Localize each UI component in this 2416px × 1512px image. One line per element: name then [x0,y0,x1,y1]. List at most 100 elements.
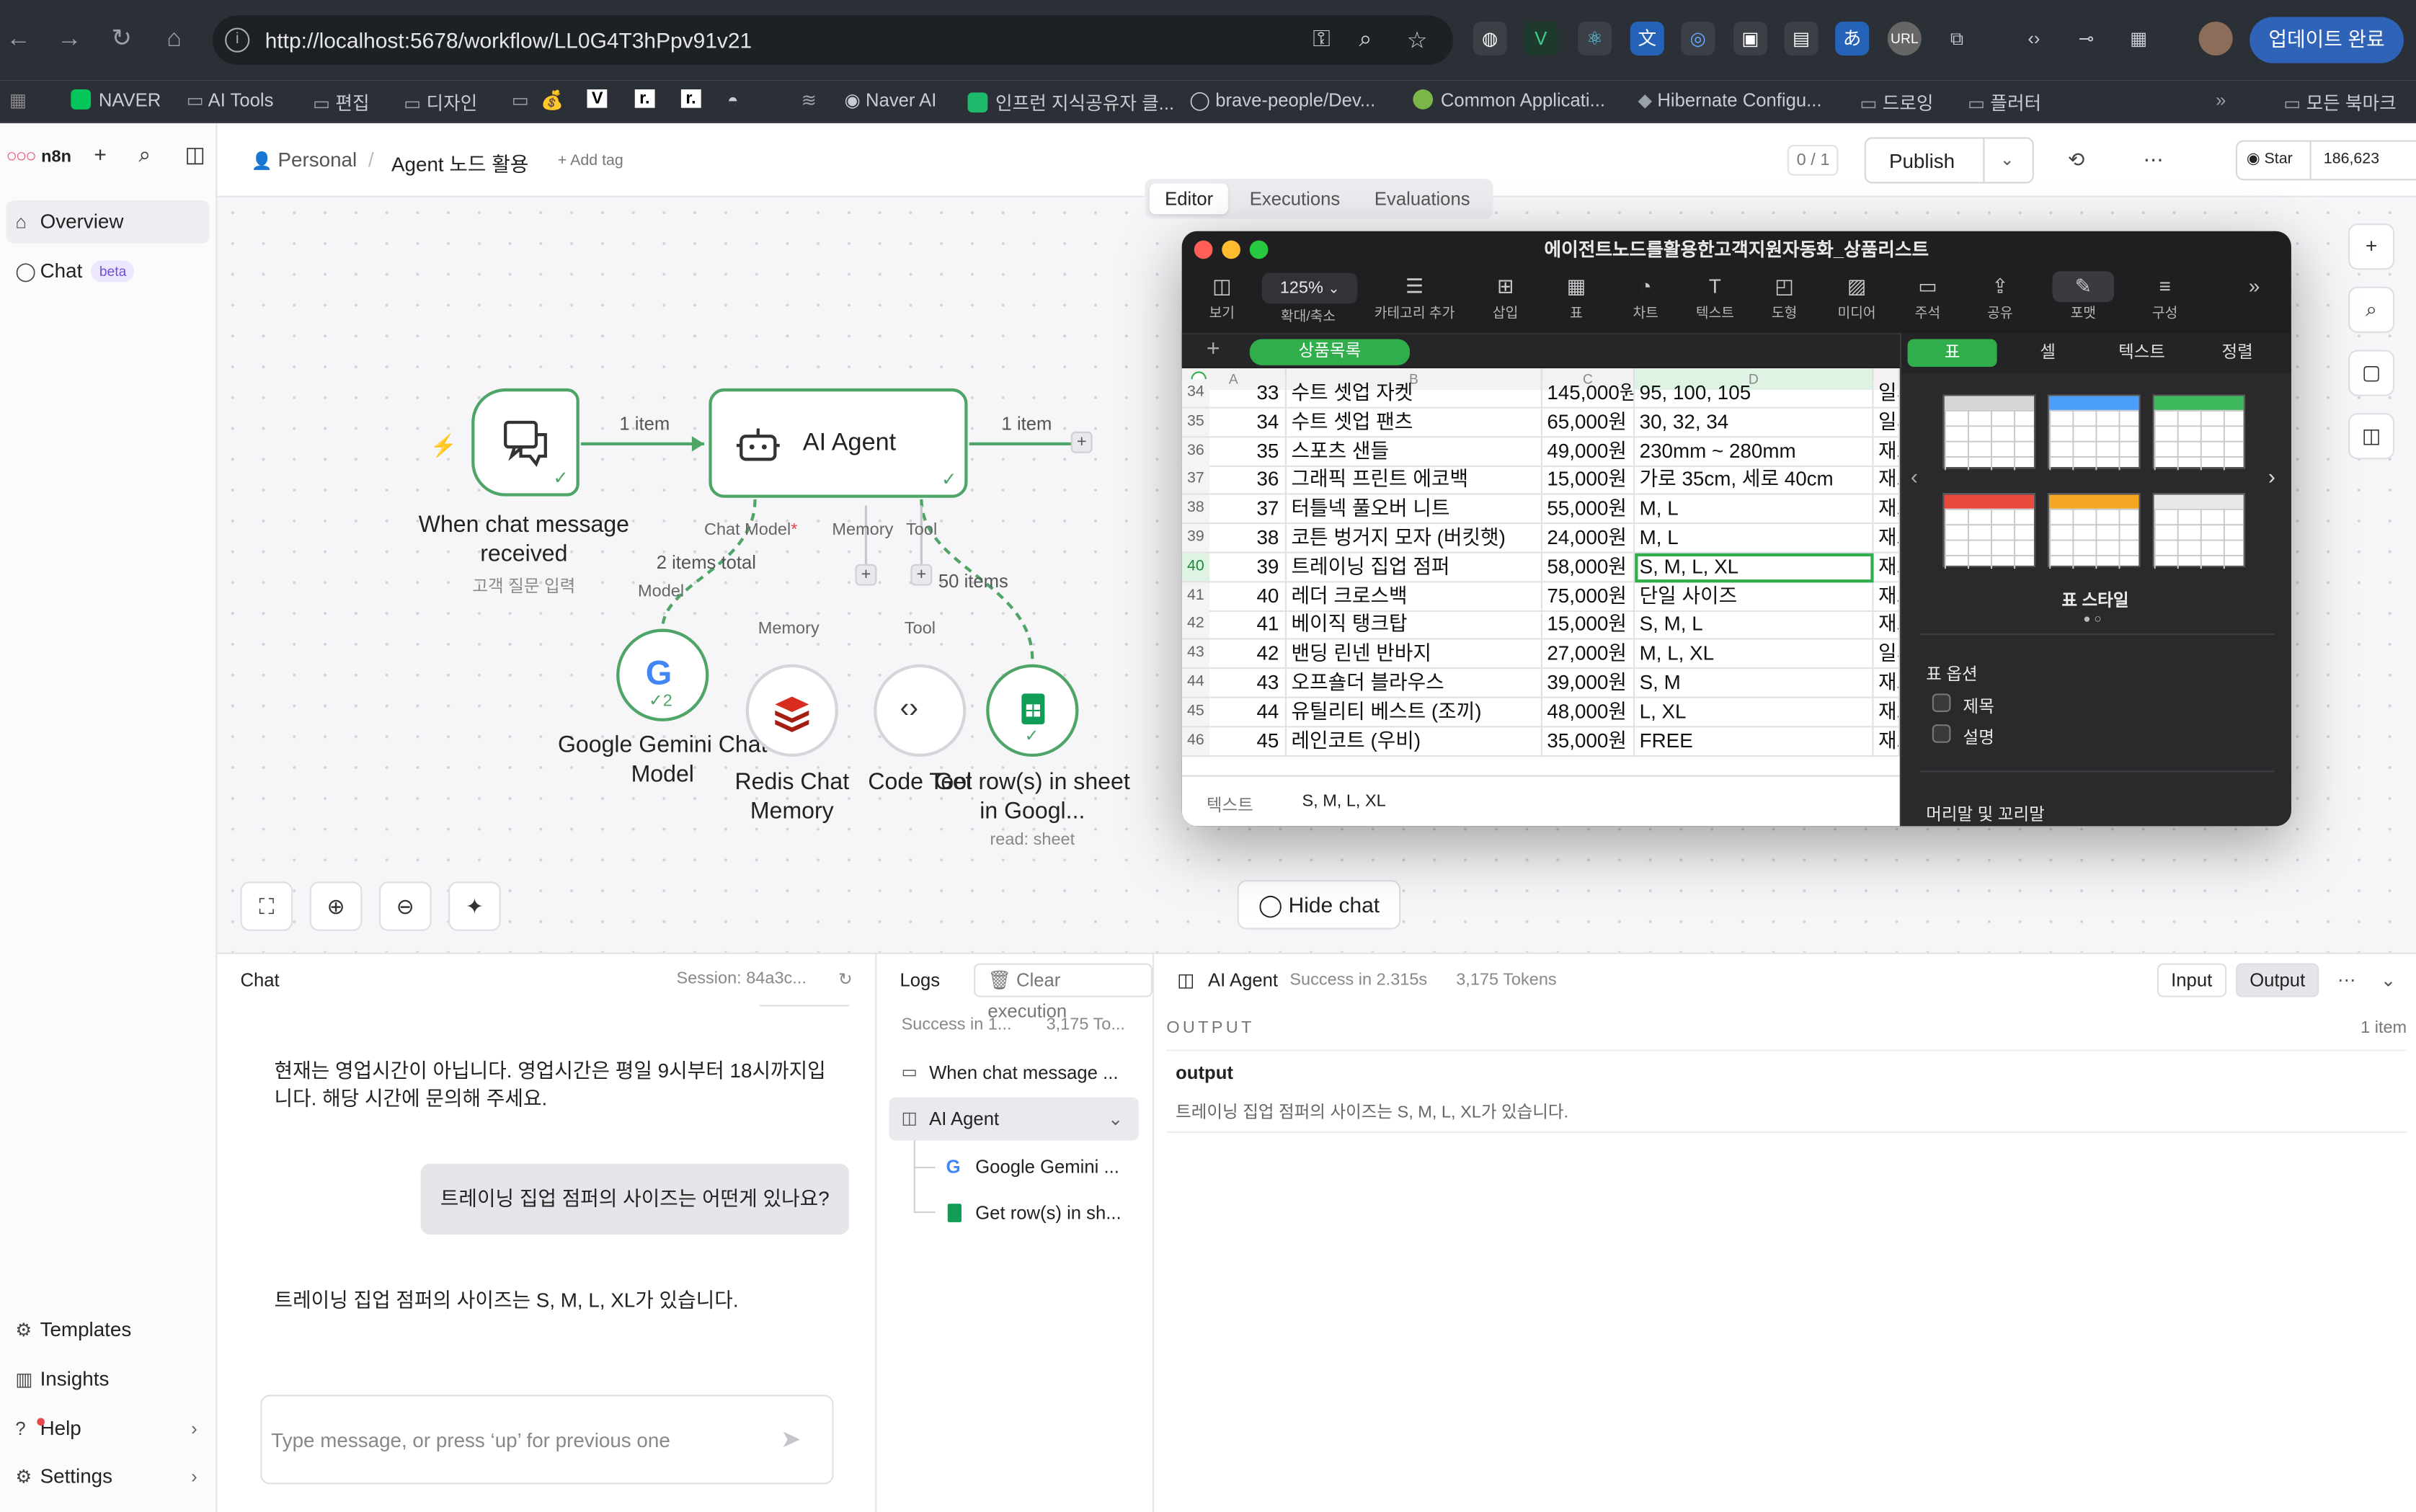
chevron-down-icon[interactable]: ⌄ [1108,1098,1124,1141]
translate-icon[interactable]: 文 [1630,21,1664,55]
sticky-note-icon[interactable]: ▢ [2348,350,2395,396]
panel-tab-text[interactable]: 텍스트 [2095,339,2188,366]
table-cell[interactable]: 가로 35cm, 세로 40cm [1635,466,1874,496]
output-button[interactable]: Output [2235,963,2319,997]
table-cell[interactable]: 재고 [1873,524,1900,553]
table-cell[interactable]: FREE [1635,726,1874,757]
toolbar-media[interactable]: ▨ 미디어 [1826,271,1888,322]
hide-chat-button[interactable]: ◯ Hide chat [1237,880,1401,930]
url-text[interactable]: http://localhost:5678/workflow/LL0G4T3hP… [265,27,752,52]
table-cell[interactable]: 재고 [1873,494,1900,525]
bookmark-icon[interactable]: ◓ [727,89,738,111]
table-cell[interactable]: 230mm ~ 280mm [1635,437,1874,467]
send-icon[interactable]: ➤ [781,1424,801,1455]
table-cell[interactable]: 145,000원 [1542,379,1635,409]
table-cell[interactable]: 코튼 벙거지 모자 (버킷햇) [1287,524,1542,553]
add-tool-button[interactable]: + [910,564,933,586]
toolbar-text[interactable]: T 텍스트 [1684,271,1746,322]
site-info-icon[interactable]: i [225,27,250,53]
vue-devtools-icon[interactable]: V [1524,21,1558,55]
table-cell[interactable]: 95, 100, 105 [1635,379,1874,409]
update-button[interactable]: 업데이트 완료 [2250,17,2404,63]
table-cell[interactable]: 터틀넥 풀오버 니트 [1287,494,1542,525]
panel-tab-arrange[interactable]: 정렬 [2191,339,2283,366]
chevron-left-icon[interactable]: ‹ [1911,464,1918,489]
bookmark-inflearn[interactable]: 인프런 지식공유자 클... [967,89,1174,115]
workflow-name[interactable]: Agent 노드 활용 [391,148,528,177]
table-cell[interactable]: 재고 [1873,466,1900,496]
publish-button[interactable]: Publish ⌄ [1864,137,2034,184]
table-cell[interactable]: L, XL [1635,698,1874,727]
table-cell[interactable]: 유틸리티 베스트 (조끼) [1287,698,1542,727]
table-style-option[interactable] [2048,394,2141,471]
node-code-tool[interactable]: ‹› [874,664,967,757]
table-cell[interactable]: 49,000원 [1542,437,1635,467]
log-item-chat-trigger[interactable]: ▭ When chat message ... [889,1051,1139,1095]
table-cell[interactable]: 스포츠 샌들 [1287,437,1542,467]
search-icon[interactable]: ⌕ [138,142,151,168]
link-icon[interactable]: ⊸ [2069,22,2103,55]
table-cell[interactable]: 43 [1209,669,1287,698]
table-cell[interactable]: 33 [1209,379,1287,409]
table-cell[interactable]: 75,000원 [1542,582,1635,612]
table-cell[interactable]: 41 [1209,610,1287,641]
bookmark-flutter[interactable]: ▭ 플러터 [1968,89,2041,115]
panel-toggle-icon[interactable]: ◫ [2348,413,2395,460]
input-button[interactable]: Input [2157,963,2226,997]
table-cell[interactable]: 재고 [1873,582,1900,612]
table-cell[interactable]: 레더 크로스백 [1287,582,1542,612]
toolbar-comment[interactable]: ▭ 주석 [1897,271,1959,322]
bookmark-icon[interactable]: ≋ [801,89,817,111]
table-cell[interactable]: 수트 셋업 자켓 [1287,379,1542,409]
toolbar-more-icon[interactable]: » [2239,271,2270,302]
add-node-button[interactable]: + [1070,431,1093,453]
collapse-sidebar-icon[interactable]: ◫ [185,142,205,168]
node-redis[interactable] [745,664,838,757]
row-number[interactable]: 40 [1181,553,1210,582]
table-cell[interactable]: 35 [1209,437,1287,467]
row-number[interactable]: 39 [1181,524,1210,553]
row-number[interactable]: 34 [1181,379,1210,409]
reset-session-icon[interactable]: ↻ [838,969,853,990]
bookmark-github[interactable]: ◯ brave-people/Dev... [1189,89,1375,111]
table-cell[interactable]: 일시 [1873,408,1900,437]
table-cell[interactable]: 재고 [1873,726,1900,757]
more-options-icon[interactable]: ⋯ [2337,969,2356,991]
tab-evaluations[interactable]: Evaluations [1359,183,1485,214]
table-cell[interactable]: 일시 [1873,379,1900,409]
toolbar-share[interactable]: ⇪ 공유 [1969,271,2031,322]
zoom-in-icon[interactable]: ⊕ [309,881,363,931]
table-style-option[interactable] [2048,493,2141,569]
address-bar[interactable]: i http://localhost:5678/workflow/LL0G4T3… [213,15,1453,65]
bookmark-naver[interactable]: NAVER [71,89,161,111]
row-number[interactable]: 45 [1181,698,1210,727]
toolbar-format[interactable]: ✎ 포맷 [2052,271,2115,322]
search-nodes-icon[interactable]: ⌕ [2348,286,2395,333]
table-cell[interactable]: 베이직 탱크탑 [1287,610,1542,641]
bookmark-edit[interactable]: ▭ 편집 [313,89,370,115]
node-gemini[interactable]: G ✓2 [616,628,709,721]
row-number[interactable]: 36 [1181,437,1210,467]
toolbar-chart[interactable]: ◔ 차트 [1615,271,1676,322]
grid-icon[interactable]: ▦ [2122,22,2156,55]
output-field-value[interactable]: 트레이닝 집업 점퍼의 사이즈는 S, M, L, XL가 있습니다. [1176,1099,1568,1124]
table-cell[interactable]: S, M, L, XL [1635,553,1874,582]
breadcrumb-project[interactable]: 👤 Personal [251,148,357,171]
bookmark-drawing[interactable]: ▭ 드로잉 [1860,89,1933,115]
toolbar-insert[interactable]: ⊞ 삽입 [1475,271,1537,322]
table-cell[interactable]: 재고 [1873,553,1900,582]
n8n-logo[interactable]: ○○○ n8n [6,145,71,166]
table-cell[interactable]: M, L [1635,494,1874,525]
bookmark-ai-tools[interactable]: ▭ AI Tools [187,89,274,111]
table-cell[interactable]: 55,000원 [1542,494,1635,525]
tidy-up-icon[interactable]: ✦ [448,881,501,931]
home-icon[interactable]: ⌂ [156,22,192,58]
table-cell[interactable]: 트레이닝 집업 점퍼 [1287,553,1542,582]
table-style-option[interactable] [2152,493,2245,569]
more-bookmarks-icon[interactable]: » [2216,89,2226,111]
node-chat-trigger[interactable]: ✓ [471,388,579,497]
table-cell[interactable]: 15,000원 [1542,610,1635,641]
bookmark-icon[interactable]: 💰 [541,89,564,111]
velog-icon[interactable]: V [587,89,608,108]
bookmark-icon[interactable]: r. [634,89,654,108]
